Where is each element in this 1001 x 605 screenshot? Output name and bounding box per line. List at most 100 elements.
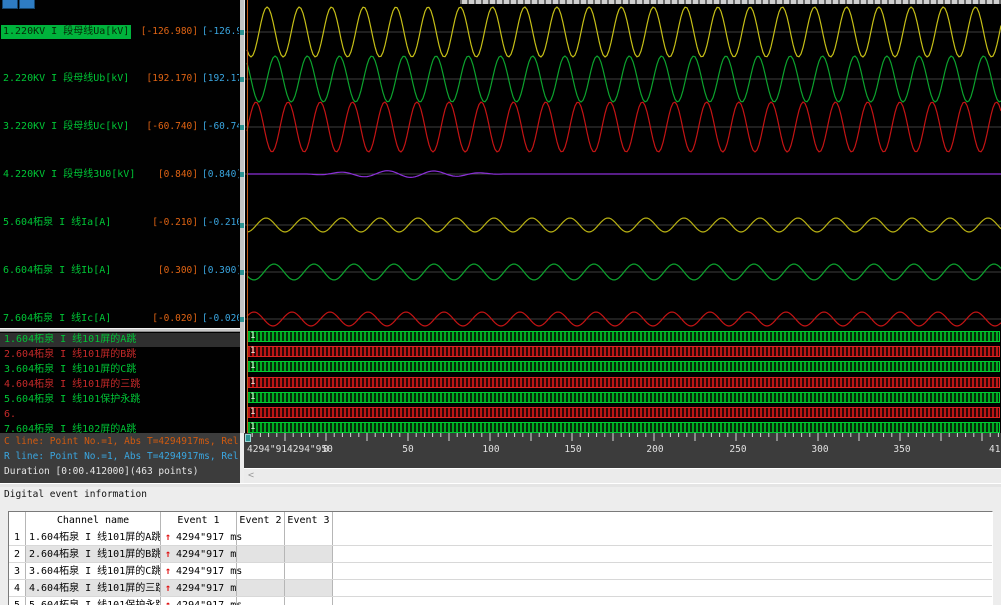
digital-channel-row[interactable]: 3.604柘泉 I 线101屏的C跳 [0,363,240,377]
event-table-row[interactable]: 3 3.604柘泉 I 线101屏的C跳 ↑4294"917 ms [9,563,992,580]
digital-channel-bar: 1 [247,361,1000,372]
r-cursor-value: [-60.740] [202,120,239,134]
r-cursor-value: [-0.020] [202,312,239,326]
analog-channel-label: 5.604柘泉 I 线Ia[A] [3,216,111,230]
analog-channel-label: 3.220KV I 段母线Uc[kV] [3,120,129,134]
waveform-analyzer-window: 1.220KV I 段母线Ua[kV] [-126.980] [-126.980… [0,0,1001,605]
rising-edge-icon: ↑ [165,549,171,560]
time-axis-ticks [244,433,1001,443]
header-event3: Event 3 [285,512,333,529]
event-channel-name: 2.604柘泉 I 线101屏的B跳 [26,546,161,562]
c-cursor-status: C line: Point No.=1, Abs T=4294917ms, Re… [4,436,240,447]
event-info-section: Digital event information Channel name E… [0,487,1001,605]
r-cursor-value: [192.170] [202,72,239,86]
header-channel-name: Channel name [26,512,161,529]
event2-cell [237,597,285,605]
event-row-number: 1 [9,529,26,545]
rising-edge-icon: ↑ [165,583,171,594]
digital-channel-bar: 1 [247,407,1000,418]
cursor-status-bar: C line: Point No.=1, Abs T=4294917ms, Re… [0,433,240,483]
event1-time: 4294"917 ms [176,532,242,543]
digital-channel-label: 5.604柘泉 I 线101保护永跳 [4,393,140,407]
analog-channel-label: 6.604柘泉 I 线Ib[A] [3,264,111,278]
time-axis-label: 50 [402,444,413,455]
toolbar-button-1[interactable] [2,0,18,9]
event3-cell [285,563,333,579]
event2-cell [237,580,285,596]
event2-cell [237,529,285,545]
digital-state-value: 1 [250,331,255,342]
event-channel-name: 4.604柘泉 I 线101屏的三跳 [26,580,161,596]
event-table-row[interactable]: 1 1.604柘泉 I 线101屏的A跳 ↑4294"917 ms [9,529,992,546]
digital-channel-row[interactable]: 7.604柘泉 I 线102屏的A跳 [0,423,240,433]
digital-channel-row[interactable]: 5.604柘泉 I 线101保护永跳 [0,393,240,407]
analog-channel-row[interactable]: 4.220KV I 段母线3U0[kV] [0.840] [0.840] [0,168,240,182]
cursor-flag-icon[interactable] [245,434,251,442]
r-cursor-status: R line: Point No.=1, Abs T=4294917ms, Re… [4,451,240,462]
analog-channel-row[interactable]: 1.220KV I 段母线Ua[kV] [-126.980] [-126.980… [0,25,240,39]
toolbar-button-2[interactable] [19,0,35,9]
scroll-left-icon[interactable]: < [248,470,254,481]
waveform-display-area[interactable]: 1 1 1 1 1 1 1 [244,0,1001,433]
analog-channel-label: 1.220KV I 段母线Ua[kV] [1,25,131,39]
digital-channel-bar: 1 [247,392,1000,403]
analog-channel-label: 7.604柘泉 I 线Ic[A] [3,312,111,326]
event-table-header: Channel name Event 1 Event 2 Event 3 [9,512,992,529]
analog-channel-row[interactable]: 2.220KV I 段母线Ub[kV] [192.170] [192.170] [0,72,240,86]
digital-state-value: 1 [250,407,255,418]
time-axis-label: 150 [564,444,581,455]
header-row-number [9,512,26,529]
r-cursor-value: [-126.980] [202,25,239,39]
event-channel-name: 3.604柘泉 I 线101屏的C跳 [26,563,161,579]
event3-cell [285,546,333,562]
digital-channel-bar: 1 [247,331,1000,342]
c-cursor-value: [-126.980] [138,25,198,39]
c-cursor-line[interactable] [247,0,248,433]
rising-edge-icon: ↑ [165,600,171,605]
horizontal-scrollbar[interactable]: < [244,468,1001,483]
digital-channel-row[interactable]: 1.604柘泉 I 线101屏的A跳 [0,333,240,347]
event-row-number: 5 [9,597,26,605]
digital-channel-row[interactable]: 4.604柘泉 I 线101屏的三跳 [0,378,240,392]
event3-cell [285,580,333,596]
digital-channel-bar: 1 [247,346,1000,357]
digital-channel-label: 7.604柘泉 I 线102屏的A跳 [4,423,136,433]
digital-channel-row[interactable]: 6. [0,408,240,422]
event1-cell: ↑4294"917 ms [161,597,237,605]
analog-channel-row[interactable]: 5.604柘泉 I 线Ia[A] [-0.210] [-0.210] [0,216,240,230]
time-axis-label: 250 [729,444,746,455]
event1-time: 4294"917 ms [176,600,242,605]
c-cursor-value: [192.170] [138,72,198,86]
event1-time: 4294"917 ms [176,549,242,560]
event1-cell: ↑4294"917 ms [161,563,237,579]
digital-channel-label: 1.604柘泉 I 线101屏的A跳 [4,333,136,347]
c-cursor-value: [-60.740] [138,120,198,134]
analog-channel-row[interactable]: 7.604柘泉 I 线Ic[A] [-0.020] [-0.020] [0,312,240,326]
time-axis-label: 100 [482,444,499,455]
digital-state-value: 1 [250,422,255,433]
event-table-row[interactable]: 5 5.604柘泉 I 线101保护永跳 ↑4294"917 ms [9,597,992,605]
analog-channel-row[interactable]: 6.604柘泉 I 线Ib[A] [0.300] [0.300] [0,264,240,278]
channel-list-panel: 1.220KV I 段母线Ua[kV] [-126.980] [-126.980… [0,0,240,433]
digital-channel-label: 2.604柘泉 I 线101屏的B跳 [4,348,136,362]
event-table-row[interactable]: 2 2.604柘泉 I 线101屏的B跳 ↑4294"917 ms [9,546,992,563]
digital-channel-label: 3.604柘泉 I 线101屏的C跳 [4,363,136,377]
digital-channel-row[interactable]: 2.604柘泉 I 线101屏的B跳 [0,348,240,362]
digital-state-value: 1 [250,392,255,403]
event2-cell [237,546,285,562]
event-table-row[interactable]: 4 4.604柘泉 I 线101屏的三跳 ↑ 4294"917 ms [9,580,992,597]
analog-channel-row[interactable]: 3.220KV I 段母线Uc[kV] [-60.740] [-60.740] [0,120,240,134]
event1-time: 4294"917 ms [176,583,242,594]
c-cursor-value: [0.300] [138,264,198,278]
digital-state-value: 1 [250,361,255,372]
analog-channel-label: 4.220KV I 段母线3U0[kV] [3,168,135,182]
clipped-titlebar-text [460,0,1001,4]
event-row-number: 4 [9,580,26,596]
event-row-number: 3 [9,563,26,579]
digital-channel-label: 4.604柘泉 I 线101屏的三跳 [4,378,140,392]
event1-time: 4294"917 ms [176,566,242,577]
event-table: Channel name Event 1 Event 2 Event 3 1 1… [8,511,993,605]
event3-cell [285,529,333,545]
time-axis-label: 41 [989,444,1000,455]
digital-channel-bar: 1 [247,377,1000,388]
